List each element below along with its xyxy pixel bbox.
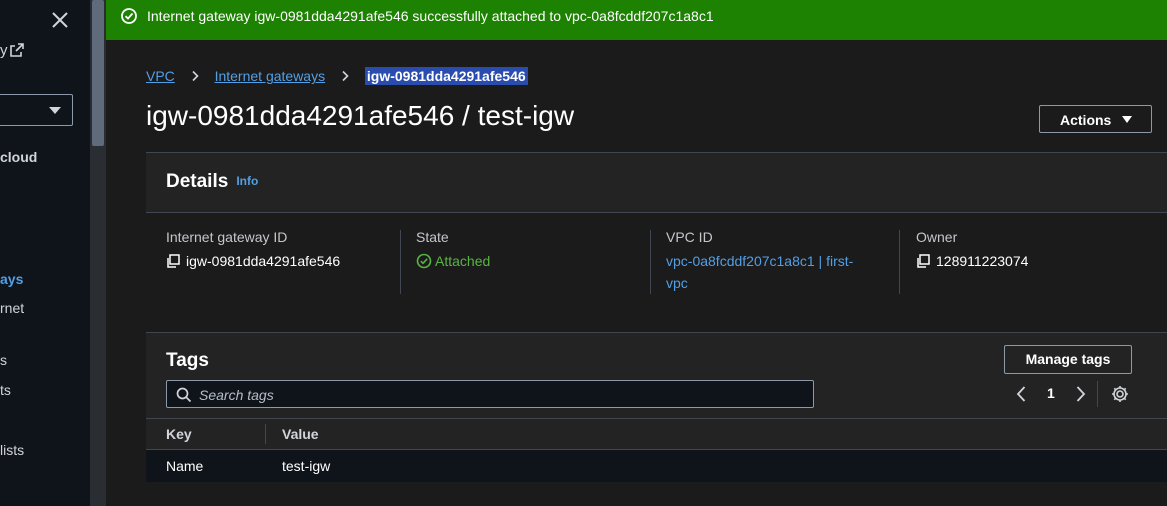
copy-icon[interactable] [916,254,930,268]
chevron-right-icon [192,71,199,82]
tags-title: Tags [166,350,209,371]
success-flash-banner: Internet gateway igw-0981dda4291afe546 s… [106,0,1167,40]
side-navigation: y cloud ays rnet s ts lists [0,0,90,506]
column-divider [400,230,401,294]
sidebar-item-prefix-lists[interactable]: lists [0,442,24,458]
column-header-value[interactable]: Value [282,426,319,442]
table-row: Name test-igw [146,450,1167,482]
vpc-id-link[interactable]: vpc-0a8fcddf207c1a8c1 | first- [666,253,853,269]
chevron-right-icon [342,71,349,82]
external-link-icon [9,43,24,57]
column-header-key[interactable]: Key [166,426,192,442]
page-title: igw-0981dda4291afe546 / test-igw [146,100,575,131]
detail-gateway-id-value-row: igw-0981dda4291afe546 [166,250,401,272]
page-number[interactable]: 1 [1047,385,1055,401]
detail-state-value: Attached [435,253,491,269]
main-content: Internet gateway igw-0981dda4291afe546 s… [106,0,1167,506]
details-header: Details Info [166,171,258,193]
info-link[interactable]: Info [236,174,258,188]
detail-gateway-id: Internet gateway ID igw-0981dda4291afe54… [166,229,401,272]
detail-owner-label: Owner [916,229,958,245]
sidebar-item-egress-only-internet-gateways[interactable]: rnet [0,300,24,316]
actions-dropdown-button[interactable]: Actions [1039,105,1152,133]
sidebar-vpc-filter-select[interactable] [0,94,73,126]
caret-down-icon [1122,116,1132,123]
chevron-left-icon[interactable] [1014,385,1030,403]
detail-state-value-row: Attached [416,250,651,272]
tag-value-cell: test-igw [282,458,331,474]
tags-panel: Tags Manage tags 1 Key Value Name test-i… [146,332,1167,482]
detail-owner-value-row: 128911223074 [916,250,1151,272]
sidebar-scrollbar[interactable] [90,0,106,506]
column-divider [650,230,651,294]
detail-vpc-id: VPC ID vpc-0a8fcddf207c1a8c1 | first- vp… [666,229,901,294]
tags-table-header: Key Value [146,418,1167,450]
detail-gateway-id-value: igw-0981dda4291afe546 [186,253,341,269]
sidebar-external-link[interactable]: y [0,42,24,59]
sidebar-external-link-label: y [0,42,8,59]
tags-search-field[interactable] [166,380,814,408]
details-panel: Details Info Internet gateway ID igw-0981… [146,152,1167,312]
breadcrumb-current: igw-0981dda4291afe546 [364,67,528,86]
chevron-right-icon[interactable] [1072,385,1088,403]
breadcrumb: VPC Internet gateways igw-0981dda4291afe… [146,67,528,87]
gear-icon[interactable] [1110,384,1130,404]
breadcrumb-internet-gateways[interactable]: Internet gateways [215,68,326,84]
details-body: Internet gateway ID igw-0981dda4291afe54… [146,212,1167,312]
detail-gateway-id-label: Internet gateway ID [166,229,288,245]
column-resizer[interactable] [265,424,266,444]
details-title: Details [166,171,229,192]
status-success-icon [416,253,432,269]
vpc-id-link-continued[interactable]: vpc [666,275,688,291]
search-icon [176,387,192,403]
breadcrumb-vpc[interactable]: VPC [146,68,175,84]
detail-state-label: State [416,229,449,245]
chevron-down-icon [49,107,61,114]
detail-owner-value: 128911223074 [936,253,1029,269]
tag-key-cell: Name [166,458,204,474]
pagination: 1 [1014,383,1124,405]
detail-vpc-id-label: VPC ID [666,229,713,245]
flash-message: Internet gateway igw-0981dda4291afe546 s… [147,8,714,24]
pagination-divider [1097,381,1098,407]
sidebar-item-dhcp-options[interactable]: s [0,352,7,368]
manage-tags-button[interactable]: Manage tags [1004,345,1132,374]
sidebar-item-section-cloud: cloud [0,149,38,165]
sidebar-item-elastic-ips[interactable]: ts [0,382,11,398]
search-input[interactable] [199,385,799,405]
check-circle-icon [120,7,138,28]
copy-icon[interactable] [166,254,180,268]
sidebar-scrollbar-thumb[interactable] [92,0,104,146]
detail-state: State Attached [416,229,651,272]
close-icon[interactable] [50,10,70,30]
detail-owner: Owner 128911223074 [916,229,1151,272]
actions-label: Actions [1060,112,1112,128]
detail-vpc-id-value: vpc-0a8fcddf207c1a8c1 | first- vpc [666,250,901,294]
sidebar-item-internet-gateways[interactable]: ays [0,271,23,287]
column-divider [899,230,900,294]
